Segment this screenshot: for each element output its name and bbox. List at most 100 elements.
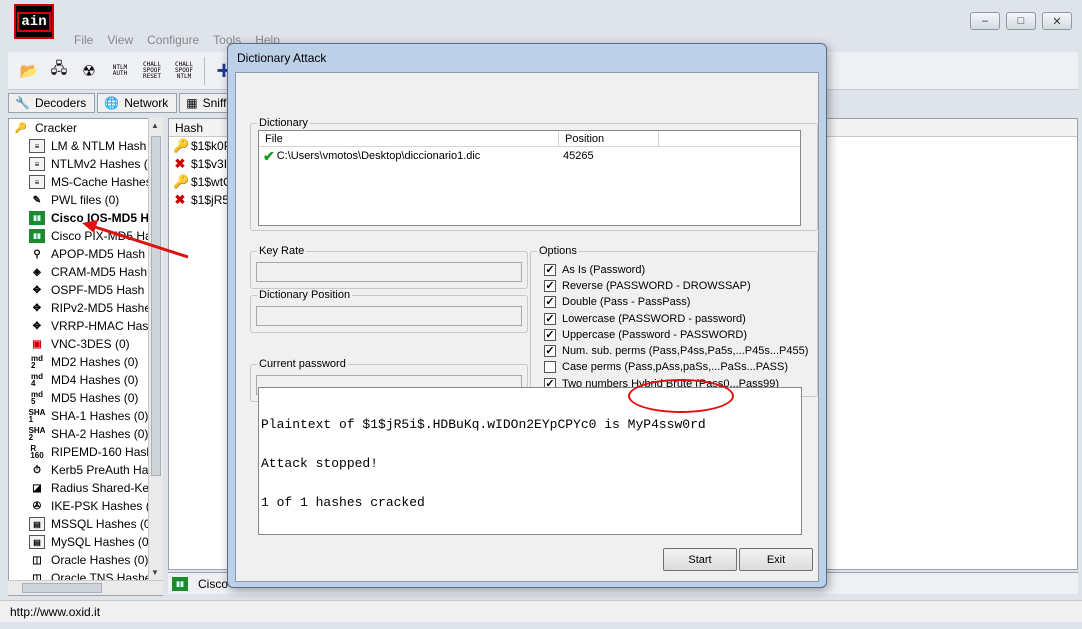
checkbox-as-is[interactable]: ✓ (544, 264, 556, 276)
tree-vertical-scrollbar[interactable]: ▲ ▼ (148, 118, 163, 580)
clock-icon: ⏱ (33, 464, 41, 476)
tree-item-md2[interactable]: md 2 MD2 Hashes (0) (9, 353, 162, 371)
tree-item-kerb5[interactable]: ⏱ Kerb5 PreAuth Ha (9, 461, 162, 479)
diamond-icon: ◈ (33, 266, 41, 278)
dictionary-legend: Dictionary (259, 117, 308, 129)
cracker-tree: 🔑 Cracker ≡ LM & NTLM Hash ≡ NTLMv2 Hashes … (8, 118, 163, 596)
tab-network[interactable]: 🌐 Network (97, 93, 178, 113)
dialog-body: Dictionary File Position ✔ C:\Users\vmoto… (235, 72, 819, 582)
tree-item-md4[interactable]: md 4 MD4 Hashes (0) (9, 371, 162, 389)
chall-spoof-ntlm-icon[interactable]: CHALL SPOOF NTLM (172, 61, 196, 80)
tree-item-ms-cache[interactable]: ≡ MS-Cache Hashes (9, 173, 162, 191)
tree-item-oracle[interactable]: ◫ Oracle Hashes (0) (9, 551, 162, 569)
tree-item-cram[interactable]: ◈ CRAM-MD5 Hash (9, 263, 162, 281)
exit-button[interactable]: Exit (739, 548, 813, 571)
scroll-up-icon[interactable]: ▲ (151, 121, 159, 130)
output-console: Plaintext of $1$jR5i$.HDBuKq.wIDOn2EYpCP… (258, 387, 802, 535)
tree-item-lm-ntlm[interactable]: ≡ LM & NTLM Hash (9, 137, 162, 155)
tree-item-vnc[interactable]: ▣ VNC-3DES (0) (9, 335, 162, 353)
tree-item-ntlmv2[interactable]: ≡ NTLMv2 Hashes ( (9, 155, 162, 173)
dictionary-position-label: Dictionary Position (259, 289, 351, 301)
md2-icon: md 2 (31, 354, 43, 370)
tree-item-mssql[interactable]: ▤ MSSQL Hashes (0 (9, 515, 162, 533)
cisco-icon: ▮▮ (29, 211, 45, 225)
tree-horizontal-scrollbar[interactable] (8, 580, 163, 595)
option-lowercase[interactable]: ✓ Lowercase (PASSWORD - password) (544, 311, 746, 327)
column-file[interactable]: File (259, 131, 559, 146)
checkbox-double[interactable]: ✓ (544, 296, 556, 308)
dictionary-position-cell: 45265 (563, 150, 594, 162)
checkbox-reverse[interactable]: ✓ (544, 280, 556, 292)
menu-file[interactable]: File (74, 33, 93, 49)
sha2-icon: SHA 2 (28, 426, 46, 442)
option-reverse[interactable]: ✓ Reverse (PASSWORD - DROWSSAP) (544, 278, 751, 294)
annotation-ellipse (628, 379, 734, 413)
sniffer-icon: ▦ (186, 96, 198, 110)
pen-icon: ✎ (32, 194, 42, 206)
chall-spoof-reset-icon[interactable]: CHALL SPOOF RESET (140, 61, 164, 80)
tree-item-apop[interactable]: ⚲ APOP-MD5 Hash (9, 245, 162, 263)
tree-item-radius[interactable]: ◪ Radius Shared-Ke (9, 479, 162, 497)
console-line: 1 of 1 hashes cracked (261, 495, 425, 510)
document-icon: ≡ (29, 157, 45, 171)
option-num-sub-perms[interactable]: ✓ Num. sub. perms (Pass,P4ss,Pa5s,...P45s… (544, 343, 808, 359)
scroll-down-icon[interactable]: ▼ (151, 568, 159, 577)
checkbox-case-perms[interactable] (544, 361, 556, 373)
checkbox-uppercase[interactable]: ✓ (544, 329, 556, 341)
radius-icon: ◪ (32, 482, 42, 494)
cain-logo-icon: ain (14, 4, 54, 39)
ntlm-auth-icon[interactable]: NTLM AUTH (108, 64, 132, 77)
key-icon: 🔑 (14, 122, 28, 134)
option-uppercase[interactable]: ✓ Uppercase (Password - PASSWORD) (544, 327, 747, 343)
tree-item-sha2[interactable]: SHA 2 SHA-2 Hashes (0) (9, 425, 162, 443)
checkmark-icon: ✔ (263, 147, 275, 164)
oracle-icon: ◫ (32, 554, 42, 566)
decoders-icon: 🔧 (15, 96, 30, 110)
option-case-perms[interactable]: Case perms (Pass,pAss,paSs,...PaSs...PAS… (544, 359, 788, 375)
network-icon[interactable]: 🖧 (48, 60, 70, 82)
list-item[interactable]: ✔ C:\Users\vmotos\Desktop\diccionario1.di… (259, 147, 800, 165)
open-folder-icon[interactable]: 📂 (18, 60, 40, 82)
console-line: Plaintext of $1$jR5i$.HDBuKq.wIDOn2EYpCP… (261, 417, 706, 432)
tree-item-mysql[interactable]: ▤ MySQL Hashes (0 (9, 533, 162, 551)
dictionary-file-cell: ✔ C:\Users\vmotos\Desktop\diccionario1.di… (263, 147, 481, 164)
checkbox-lowercase[interactable]: ✓ (544, 313, 556, 325)
tree-item-vrrp[interactable]: ✥ VRRP-HMAC Has (9, 317, 162, 335)
console-line: Attack stopped! (261, 456, 379, 471)
tree-item-cisco-ios[interactable]: ▮▮ Cisco IOS-MD5 H (9, 209, 162, 227)
minimize-button[interactable]: – (970, 12, 1000, 30)
ripemd-icon: R 160 (30, 444, 44, 460)
key-icon: 🔑 (173, 138, 190, 153)
database-icon: ▤ (29, 535, 45, 549)
tree-item-ike-psk[interactable]: ✇ IKE-PSK Hashes ( (9, 497, 162, 515)
menu-configure[interactable]: Configure (147, 33, 199, 49)
checkbox-num-sub-perms[interactable]: ✓ (544, 345, 556, 357)
scroll-thumb[interactable] (22, 583, 102, 593)
tree-item-pwl[interactable]: ✎ PWL files (0) (9, 191, 162, 209)
dictionary-list[interactable]: File Position ✔ C:\Users\vmotos\Desktop\d… (258, 130, 801, 226)
radiation-icon[interactable]: ☢ (78, 60, 100, 82)
database-icon: ▤ (29, 517, 45, 531)
option-double[interactable]: ✓ Double (Pass - PassPass) (544, 294, 690, 310)
tree-item-ripemd[interactable]: R 160 RIPEMD-160 Hash (9, 443, 162, 461)
current-password-label: Current password (259, 358, 346, 370)
start-button[interactable]: Start (663, 548, 737, 571)
tab-decoders[interactable]: 🔧 Decoders (8, 93, 96, 113)
window-controls: – □ ✕ (970, 12, 1072, 30)
column-position[interactable]: Position (559, 131, 659, 146)
close-button[interactable]: ✕ (1042, 12, 1072, 30)
arrows-icon: ✥ (32, 302, 42, 314)
tab-cisco[interactable]: ▮▮ Cisco (168, 576, 228, 591)
tree-item-ripv2[interactable]: ✥ RIPv2-MD5 Hashe (9, 299, 162, 317)
scroll-thumb[interactable] (151, 136, 161, 476)
tree-root-cracker[interactable]: 🔑 Cracker (9, 119, 162, 137)
maximize-button[interactable]: □ (1006, 12, 1036, 30)
tree-item-cisco-pix[interactable]: ▮▮ Cisco PIX-MD5 Ha (9, 227, 162, 245)
tree-item-md5[interactable]: md 5 MD5 Hashes (0) (9, 389, 162, 407)
menu-view[interactable]: View (107, 33, 133, 49)
option-as-is[interactable]: ✓ As Is (Password) (544, 262, 645, 278)
key-icon: 🔑 (173, 174, 190, 189)
tree-item-ospf[interactable]: ✥ OSPF-MD5 Hash (9, 281, 162, 299)
cross-icon: ✖ (174, 156, 186, 171)
tree-item-sha1[interactable]: SHA 1 SHA-1 Hashes (0) (9, 407, 162, 425)
